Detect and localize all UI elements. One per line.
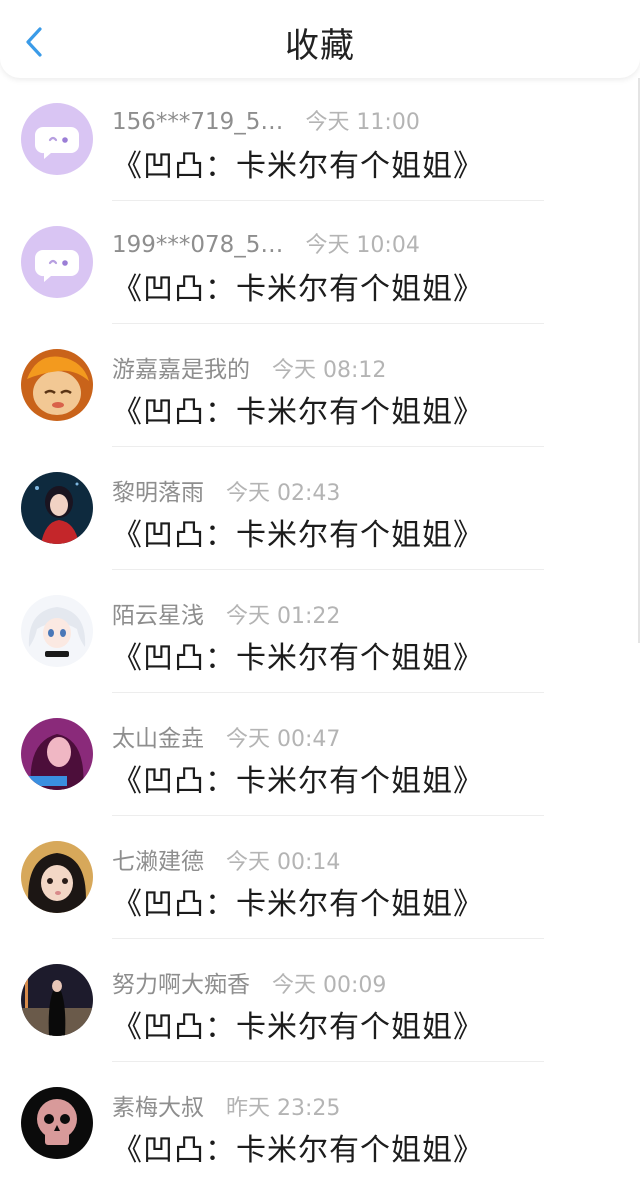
list-item[interactable]: 努力啊大痴香 今天 00:09 《凹凸：卡米尔有个姐姐》: [0, 939, 640, 1062]
list-item[interactable]: 黎明落雨 今天 02:43 《凹凸：卡米尔有个姐姐》: [0, 447, 640, 570]
work-title[interactable]: 《凹凸：卡米尔有个姐姐》: [112, 141, 484, 185]
night-street-avatar-icon: [21, 964, 93, 1036]
white-hair-anime-avatar-icon: [21, 595, 93, 667]
avatar[interactable]: [21, 1087, 93, 1159]
avatar[interactable]: [21, 349, 93, 421]
list-item[interactable]: 七濑建德 今天 00:14 《凹凸：卡米尔有个姐姐》: [0, 816, 640, 939]
timestamp: 今天 11:00: [305, 110, 420, 135]
timestamp: 昨天 23:25: [226, 1096, 341, 1121]
timestamp: 今天 02:43: [226, 481, 341, 506]
work-title[interactable]: 《凹凸：卡米尔有个姐姐》: [112, 510, 484, 554]
pink-skull-avatar-icon: [21, 1087, 93, 1159]
avatar[interactable]: [21, 226, 93, 298]
username[interactable]: 陌云星浅: [112, 603, 204, 629]
username[interactable]: 黎明落雨: [112, 480, 204, 506]
avatar[interactable]: [21, 964, 93, 1036]
list-item[interactable]: 陌云星浅 今天 01:22 《凹凸：卡米尔有个姐姐》: [0, 570, 640, 693]
timestamp: 今天 01:22: [226, 604, 341, 629]
list-item[interactable]: 156***719_5… 今天 11:00 《凹凸：卡米尔有个姐姐》: [0, 78, 640, 201]
timestamp: 今天 00:14: [226, 850, 341, 875]
username[interactable]: 努力啊大痴香: [112, 972, 250, 998]
timestamp: 今天 08:12: [272, 358, 387, 383]
work-title[interactable]: 《凹凸：卡米尔有个姐姐》: [112, 1125, 484, 1169]
username[interactable]: 199***078_5…: [112, 232, 283, 258]
work-title[interactable]: 《凹凸：卡米尔有个姐姐》: [112, 633, 484, 677]
work-title[interactable]: 《凹凸：卡米尔有个姐姐》: [112, 756, 484, 800]
default-chat-avatar-icon: [21, 226, 93, 298]
girl-photo-avatar-icon: [21, 841, 93, 913]
default-chat-avatar-icon: [21, 103, 93, 175]
avatar[interactable]: [21, 841, 93, 913]
purple-portrait-avatar-icon: [21, 718, 93, 790]
username[interactable]: 156***719_5…: [112, 109, 283, 135]
avatar[interactable]: [21, 718, 93, 790]
work-title[interactable]: 《凹凸：卡米尔有个姐姐》: [112, 1002, 484, 1046]
timestamp: 今天 10:04: [305, 233, 420, 258]
list-item[interactable]: 素梅大叔 昨天 23:25 《凹凸：卡米尔有个姐姐》: [0, 1062, 640, 1185]
anime-girl-avatar-icon: [21, 472, 93, 544]
avatar[interactable]: [21, 472, 93, 544]
top-nav-bar: 收藏: [0, 0, 640, 78]
username[interactable]: 素梅大叔: [112, 1095, 204, 1121]
username[interactable]: 太山金垚: [112, 726, 204, 752]
timestamp: 今天 00:47: [226, 727, 341, 752]
username[interactable]: 七濑建德: [112, 849, 204, 875]
list-item[interactable]: 太山金垚 今天 00:47 《凹凸：卡米尔有个姐姐》: [0, 693, 640, 816]
avatar[interactable]: [21, 103, 93, 175]
list-item[interactable]: 199***078_5… 今天 10:04 《凹凸：卡米尔有个姐姐》: [0, 201, 640, 324]
work-title[interactable]: 《凹凸：卡米尔有个姐姐》: [112, 387, 484, 431]
cartoon-character-avatar-icon: [21, 349, 93, 421]
favorites-list: 156***719_5… 今天 11:00 《凹凸：卡米尔有个姐姐》 199***…: [0, 78, 640, 1185]
timestamp: 今天 00:09: [272, 973, 387, 998]
avatar[interactable]: [21, 595, 93, 667]
page-title: 收藏: [285, 26, 355, 66]
username[interactable]: 游嘉嘉是我的: [112, 357, 250, 383]
work-title[interactable]: 《凹凸：卡米尔有个姐姐》: [112, 264, 484, 308]
list-item[interactable]: 游嘉嘉是我的 今天 08:12 《凹凸：卡米尔有个姐姐》: [0, 324, 640, 447]
work-title[interactable]: 《凹凸：卡米尔有个姐姐》: [112, 879, 484, 923]
